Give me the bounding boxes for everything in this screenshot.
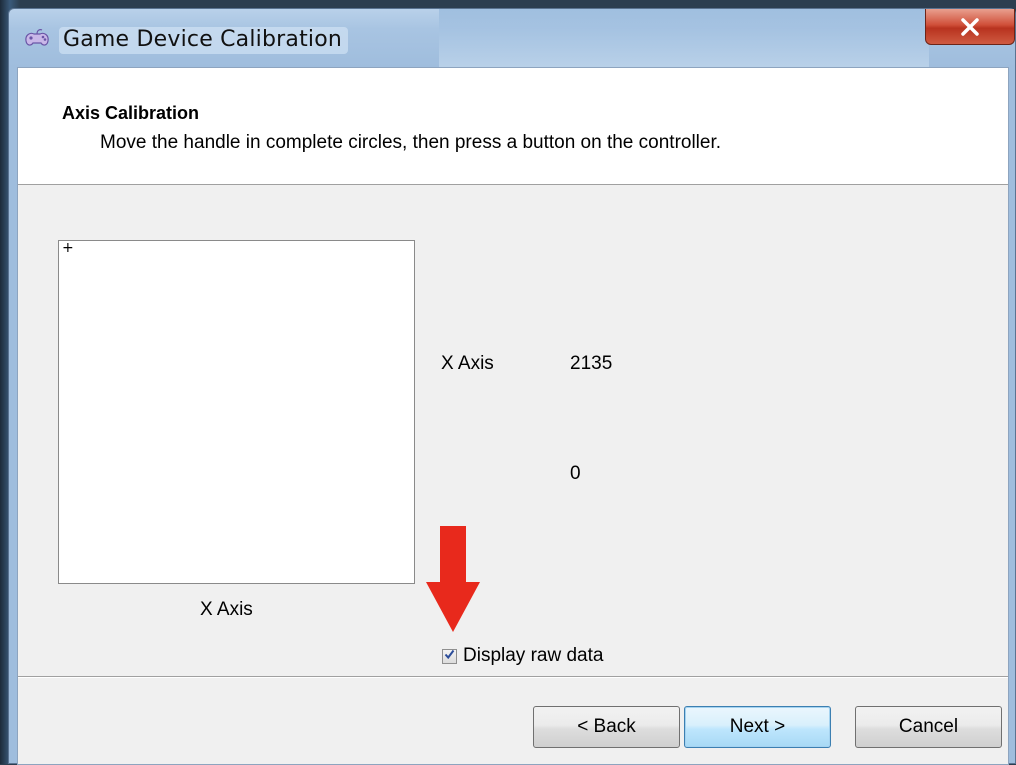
cancel-button[interactable]: Cancel: [855, 706, 1002, 748]
axis-readout-label: X Axis: [441, 353, 494, 374]
secondary-readout-value: 0: [570, 463, 581, 484]
close-icon: [960, 17, 980, 36]
axis-position-plot: +: [58, 240, 415, 584]
wizard-client-area: Axis Calibration Move the handle in comp…: [17, 67, 1009, 765]
display-raw-data-label: Display raw data: [463, 645, 604, 666]
close-button[interactable]: [925, 9, 1015, 45]
wizard-header: Axis Calibration Move the handle in comp…: [18, 68, 1008, 185]
window-title: Game Device Calibration: [59, 27, 349, 54]
page-instructions: Move the handle in complete circles, the…: [100, 132, 722, 153]
next-button[interactable]: Next >: [684, 706, 831, 748]
crosshair-marker: +: [62, 240, 74, 256]
calibration-window: Game Device Calibration Axis Calibration…: [8, 8, 1016, 765]
page-title: Axis Calibration: [62, 103, 200, 123]
down-arrow-icon: [426, 526, 480, 632]
display-raw-data-checkbox[interactable]: [442, 647, 457, 665]
back-button[interactable]: < Back: [533, 706, 680, 748]
gamepad-icon: [23, 27, 51, 51]
title-bar[interactable]: Game Device Calibration: [9, 9, 1015, 67]
checkmark-icon: [444, 647, 455, 665]
background-window-fragment: [439, 9, 929, 67]
axis-readout-value: 2135: [570, 353, 613, 374]
plot-caption: X Axis: [200, 599, 253, 620]
button-area-divider: [18, 676, 1008, 678]
display-raw-data-option[interactable]: Display raw data: [442, 645, 603, 667]
